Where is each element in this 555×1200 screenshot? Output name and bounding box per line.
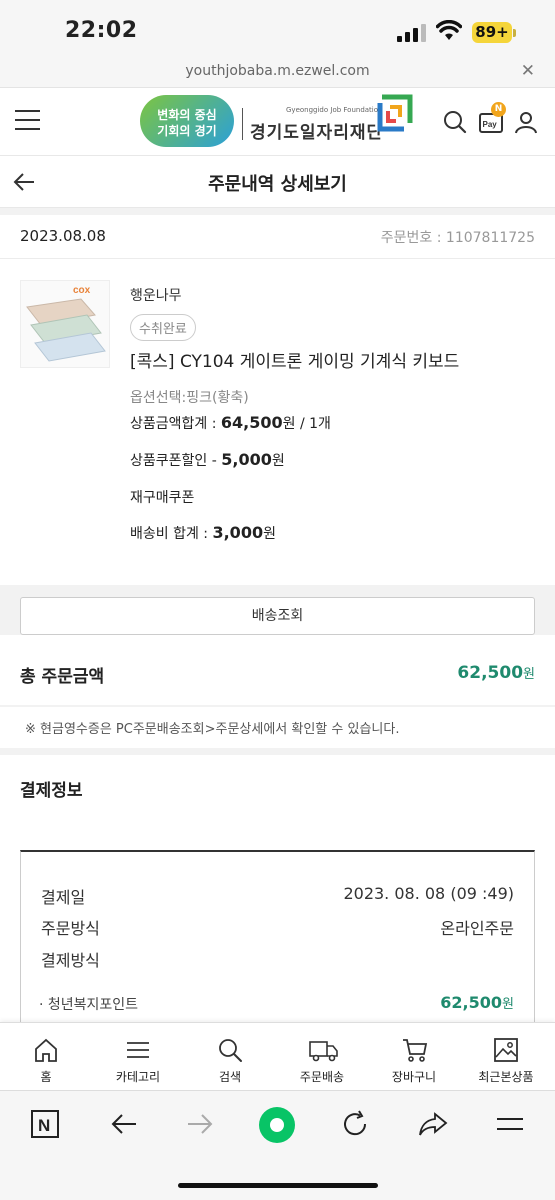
url-text[interactable]: youthjobaba.m.ezwel.com xyxy=(0,63,555,79)
foundation-logo-icon xyxy=(377,94,413,132)
section-divider xyxy=(0,208,555,215)
nav-label: 최근본상품 xyxy=(478,1070,534,1084)
cellular-signal-icon xyxy=(397,24,426,42)
browser-forward-icon[interactable] xyxy=(186,1109,214,1139)
nav-recent[interactable]: 최근본상품 xyxy=(460,1023,552,1091)
product-card: cox 행운나무 수취완료 [콕스] CY104 게이트론 게이밍 기계식 키보… xyxy=(0,260,555,585)
section-divider xyxy=(0,705,555,707)
payment-info-box: 결제일 2023. 08. 08 (09 :49) 주문방식 온라인주문 결제방… xyxy=(20,850,535,1030)
bottom-navigation: 홈 카테고리 검색 주문배송 장바구니 최근본상품 xyxy=(0,1022,555,1090)
user-icon[interactable] xyxy=(514,110,538,134)
nav-search[interactable]: 검색 xyxy=(184,1023,276,1091)
payment-date-label: 결제일 xyxy=(41,888,86,907)
product-thumbnail[interactable]: cox xyxy=(20,280,110,368)
home-icon xyxy=(35,1038,57,1062)
close-icon[interactable]: ✕ xyxy=(521,61,535,81)
order-info-row: 2023.08.08 주문번호 : 1107811725 xyxy=(0,215,555,259)
refresh-icon[interactable] xyxy=(340,1109,370,1139)
logo-divider xyxy=(242,108,243,140)
nav-label: 주문배송 xyxy=(299,1070,345,1084)
order-method-label: 주문방식 xyxy=(41,919,100,938)
image-icon xyxy=(494,1038,518,1062)
track-shipping-button[interactable]: 배송조회 xyxy=(20,597,535,635)
total-value: 62,500 xyxy=(457,663,524,683)
pay-label: Pay xyxy=(483,120,498,129)
price-suffix: 원 / 1개 xyxy=(282,416,331,432)
total-label: 총 주문금액 xyxy=(20,667,105,687)
truck-icon xyxy=(309,1041,338,1062)
nav-label: 카테고리 xyxy=(115,1070,161,1084)
home-indicator[interactable] xyxy=(178,1183,378,1188)
status-time: 22:02 xyxy=(65,18,138,43)
total-amount: 62,500원 xyxy=(457,663,535,683)
thumb-brand-logo: cox xyxy=(73,285,91,296)
share-icon[interactable] xyxy=(418,1109,448,1139)
nav-label: 검색 xyxy=(218,1070,242,1084)
browser-url-bar[interactable]: youthjobaba.m.ezwel.com ✕ xyxy=(0,58,555,88)
logo-subtitle: Gyeonggido Job Foundation xyxy=(286,106,383,114)
coupon-discount-line: 상품쿠폰할인 - 5,000원 xyxy=(130,450,285,470)
cart-icon xyxy=(403,1039,428,1062)
menu-icon xyxy=(127,1042,149,1058)
logo-title[interactable]: 경기도일자리재단 xyxy=(250,118,383,143)
order-date: 2023.08.08 xyxy=(20,227,106,245)
n-button-label: N xyxy=(38,1116,50,1135)
product-option: 옵션선택:핑크(황축) xyxy=(130,390,249,406)
shipping-label: 배송비 합계 : xyxy=(130,526,213,542)
nav-home[interactable]: 홈 xyxy=(0,1023,92,1091)
total-amount-row: 총 주문금액 62,500원 xyxy=(0,645,555,705)
product-name[interactable]: [콕스] CY104 게이트론 게이밍 기계식 키보드 xyxy=(130,347,459,372)
youth-point-amount: 62,500원 xyxy=(440,993,514,1012)
browser-back-icon[interactable] xyxy=(110,1109,138,1139)
page-title: 주문내역 상세보기 xyxy=(208,174,347,195)
page-title-bar: 주문내역 상세보기 xyxy=(0,156,555,208)
payment-method-label: 결제방식 xyxy=(41,951,100,970)
price-label: 상품금액합계 : xyxy=(130,416,221,432)
payment-section-title: 결제정보 xyxy=(20,781,83,801)
battery-indicator: 89+ xyxy=(472,22,512,43)
nav-cart[interactable]: 장바구니 xyxy=(368,1023,460,1091)
browser-menu-icon[interactable] xyxy=(495,1109,525,1139)
search-icon[interactable] xyxy=(443,110,467,134)
coupon-value: 5,000 xyxy=(221,450,272,469)
receipt-notice: ※ 현금영수증은 PC주문배송조회>주문상세에서 확인할 수 있습니다. xyxy=(25,722,400,737)
nav-label: 홈 xyxy=(40,1070,52,1084)
shipping-value: 3,000 xyxy=(212,523,264,542)
order-status-badge: 수취완료 xyxy=(130,314,196,341)
coupon-label: 상품쿠폰할인 - xyxy=(130,453,222,469)
site-header: 변화의 중심 기회의 경기 Gyeonggido Job Foundation … xyxy=(0,88,555,156)
pay-notification-badge: N xyxy=(491,102,506,117)
logo-badge[interactable]: 변화의 중심 기회의 경기 xyxy=(140,95,234,147)
status-bar: 22:02 89+ xyxy=(0,0,555,58)
logo-badge-line1: 변화의 중심 xyxy=(157,108,217,122)
search-icon xyxy=(219,1039,242,1062)
naver-home-icon[interactable]: N xyxy=(30,1109,60,1139)
battery-tip xyxy=(513,29,516,37)
total-unit: 원 xyxy=(523,667,535,682)
product-price-line: 상품금액합계 : 64,500원 / 1개 xyxy=(130,413,331,433)
nav-label: 장바구니 xyxy=(391,1070,437,1084)
point-unit: 원 xyxy=(502,997,514,1012)
section-divider xyxy=(0,748,555,755)
point-value: 62,500 xyxy=(440,993,503,1012)
keyboard-image-icon: cox xyxy=(26,285,106,362)
payment-date-value: 2023. 08. 08 (09 :49) xyxy=(343,884,514,903)
hamburger-menu-icon[interactable] xyxy=(15,110,40,130)
nav-orders[interactable]: 주문배송 xyxy=(276,1023,368,1091)
shipping-fee-line: 배송비 합계 : 3,000원 xyxy=(130,523,276,543)
browser-green-dot-icon[interactable] xyxy=(258,1106,296,1144)
price-value: 64,500 xyxy=(220,413,283,432)
logo-badge-line2: 기회의 경기 xyxy=(157,124,217,138)
order-method-value: 온라인주문 xyxy=(440,919,514,938)
wifi-icon xyxy=(436,20,462,40)
coupon-suffix: 원 xyxy=(271,453,285,469)
youth-point-label: · 청년복지포인트 xyxy=(39,997,139,1013)
nav-category[interactable]: 카테고리 xyxy=(92,1023,184,1091)
shipping-suffix: 원 xyxy=(263,526,276,542)
rebuy-coupon: 재구매쿠폰 xyxy=(130,490,195,506)
order-number: 주문번호 : 1107811725 xyxy=(380,230,535,246)
product-brand: 행운나무 xyxy=(130,288,182,304)
